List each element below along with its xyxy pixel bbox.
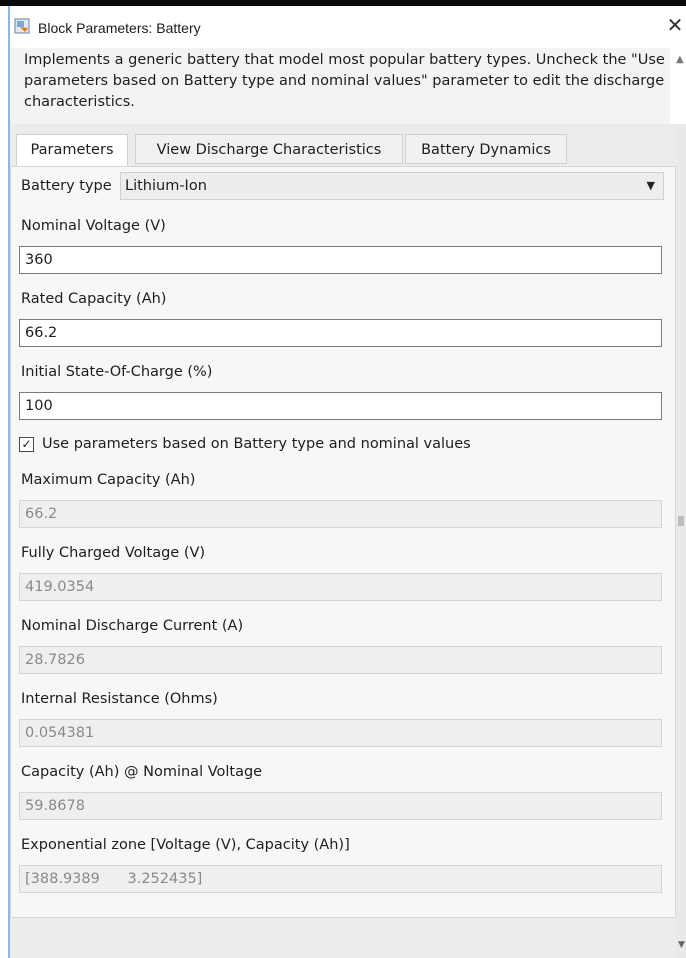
tab-parameters[interactable]: Parameters: [16, 134, 128, 167]
tab-view-discharge-characteristics[interactable]: View Discharge Characteristics: [135, 134, 403, 164]
nominal-voltage-label: Nominal Voltage (V): [21, 218, 166, 234]
battery-type-dropdown[interactable]: Lithium-Ion ▼: [120, 172, 664, 200]
internal-resistance-field: 0.054381: [19, 719, 662, 747]
rated-capacity-label: Rated Capacity (Ah): [21, 291, 167, 307]
close-button[interactable]: ✕: [664, 12, 686, 38]
scrollbar-thumb[interactable]: [678, 516, 684, 526]
fully-charged-voltage-field: 419.0354: [19, 573, 662, 601]
battery-type-value: Lithium-Ion: [125, 178, 207, 194]
dialog-footer: [10, 918, 676, 958]
close-icon: ✕: [666, 13, 684, 37]
use-defaults-label: Use parameters based on Battery type and…: [42, 436, 471, 452]
capacity-at-nominal-voltage-label: Capacity (Ah) @ Nominal Voltage: [21, 764, 263, 780]
window-title: Block Parameters: Battery: [38, 20, 201, 36]
simulink-block-icon: [14, 18, 30, 34]
initial-soc-label: Initial State-Of-Charge (%): [21, 364, 213, 380]
use-defaults-checkbox[interactable]: ✓: [19, 437, 34, 452]
scroll-down-icon[interactable]: ▼: [678, 940, 685, 950]
maximum-capacity-field: 66.2: [19, 500, 662, 528]
internal-resistance-label: Internal Resistance (Ohms): [21, 691, 218, 707]
vertical-scrollbar[interactable]: [676, 124, 686, 958]
chevron-down-icon: ▼: [646, 179, 655, 192]
nominal-discharge-current-field: 28.7826: [19, 646, 662, 674]
checkmark-icon: ✓: [21, 437, 32, 451]
scroll-up-icon[interactable]: ▲: [676, 54, 684, 65]
nominal-discharge-current-label: Nominal Discharge Current (A): [21, 618, 244, 634]
maximum-capacity-label: Maximum Capacity (Ah): [21, 472, 196, 488]
block-description: Implements a generic battery that model …: [24, 52, 665, 110]
fully-charged-voltage-label: Fully Charged Voltage (V): [21, 545, 206, 561]
exponential-zone-label: Exponential zone [Voltage (V), Capacity …: [21, 837, 350, 853]
capacity-at-nominal-voltage-field: 59.8678: [19, 792, 662, 820]
exponential-zone-field: [388.9389 3.252435]: [19, 865, 662, 893]
nominal-voltage-input[interactable]: 360: [19, 246, 662, 274]
tab-battery-dynamics[interactable]: Battery Dynamics: [405, 134, 567, 164]
initial-soc-input[interactable]: 100: [19, 392, 662, 420]
description-panel: Implements a generic battery that model …: [10, 48, 670, 125]
rated-capacity-input[interactable]: 66.2: [19, 319, 662, 347]
battery-type-label: Battery type: [21, 178, 112, 194]
